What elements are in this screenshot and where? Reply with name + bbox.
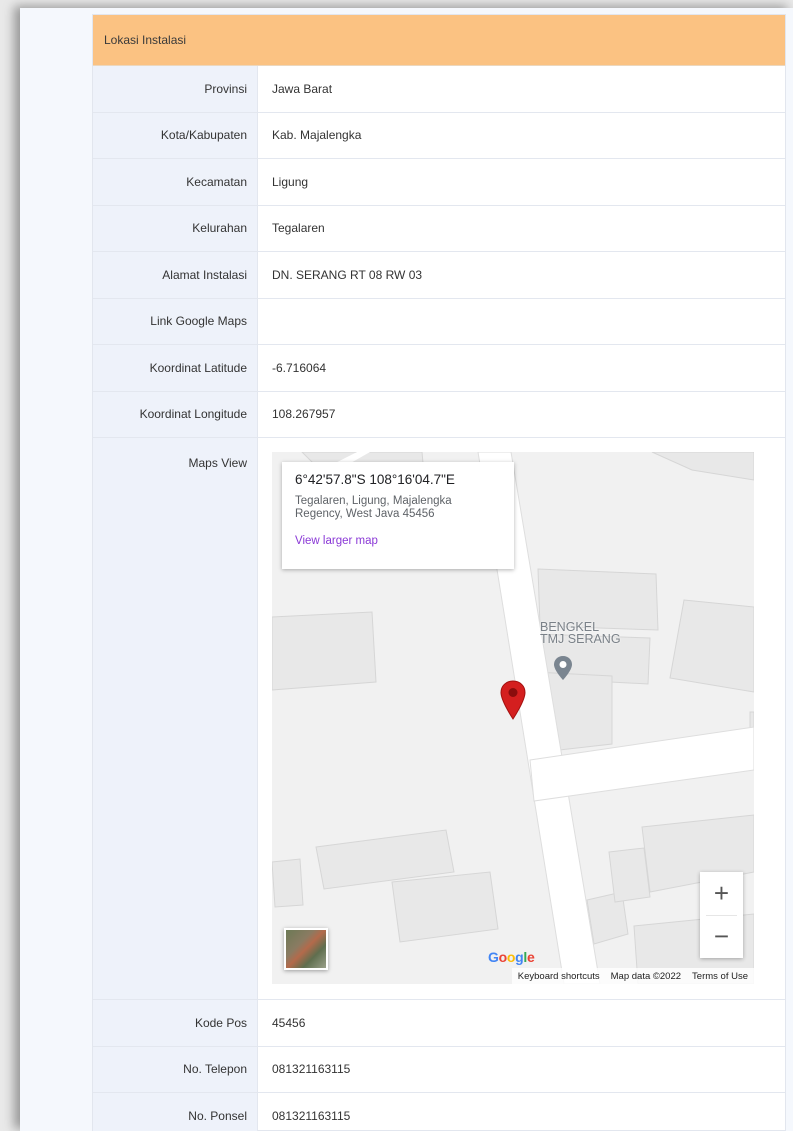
page-area: Lokasi Instalasi Provinsi Jawa Barat Kot… — [20, 8, 793, 1131]
poi-label-line2: TMJ SERANG — [540, 632, 621, 646]
value-ponsel: 081321163115 — [272, 1108, 351, 1123]
row-longitude: Koordinat Longitude 108.267957 — [93, 391, 785, 438]
label-latitude: Koordinat Latitude — [93, 345, 258, 391]
poi-label[interactable]: BENGKEL TMJ SERANG — [540, 621, 621, 646]
row-link-maps: Link Google Maps — [93, 298, 785, 345]
value-kecamatan: Ligung — [272, 174, 309, 189]
row-provinsi: Provinsi Jawa Barat — [93, 66, 785, 113]
value-alamat: DN. SERANG RT 08 RW 03 — [272, 267, 423, 282]
label-alamat: Alamat Instalasi — [93, 252, 258, 298]
label-kode-pos: Kode Pos — [93, 1000, 258, 1046]
map-address: Tegalaren, Ligung, Majalengka Regency, W… — [295, 495, 452, 520]
label-longitude: Koordinat Longitude — [93, 391, 258, 437]
label-ponsel: No. Ponsel — [93, 1093, 258, 1131]
value-link-maps[interactable] — [258, 299, 785, 345]
map-data-text: Map data ©2022 — [610, 970, 682, 982]
poi-marker-icon[interactable] — [553, 655, 573, 681]
value-kode-pos: 45456 — [272, 1015, 306, 1030]
google-logo-letter: e — [526, 949, 535, 965]
google-logo: Google — [488, 949, 535, 965]
view-larger-map-link[interactable]: View larger map — [295, 535, 501, 547]
terms-of-use-link[interactable]: Terms of Use — [692, 971, 748, 982]
google-logo-letter: o — [506, 949, 516, 965]
label-kota: Kota/Kabupaten — [93, 112, 258, 158]
installation-location-card: Lokasi Instalasi Provinsi Jawa Barat Kot… — [92, 14, 786, 1131]
row-kecamatan: Kecamatan Ligung — [93, 159, 785, 206]
value-telepon: 081321163115 — [272, 1062, 351, 1077]
label-link-maps: Link Google Maps — [93, 298, 258, 344]
row-telepon: No. Telepon 081321163115 — [93, 1046, 785, 1093]
row-latitude: Koordinat Latitude -6.716064 — [93, 345, 785, 392]
label-telepon: No. Telepon — [93, 1046, 258, 1092]
label-kelurahan: Kelurahan — [93, 205, 258, 251]
row-ponsel: No. Ponsel 081321163115 — [93, 1093, 785, 1131]
zoom-in-button[interactable]: + — [700, 872, 743, 915]
satellite-view-toggle[interactable] — [284, 928, 328, 970]
google-logo-letter: o — [498, 949, 508, 965]
map-info-window: 6°42'57.8"S 108°16'04.7"E Tegalaren, Lig… — [282, 462, 514, 569]
location-pin-icon[interactable] — [500, 680, 526, 720]
value-latitude: -6.716064 — [272, 360, 327, 375]
section-header: Lokasi Instalasi — [93, 15, 785, 66]
value-kota: Kab. Majalengka — [272, 128, 362, 143]
label-maps-view: Maps View — [93, 438, 258, 999]
keyboard-shortcuts-link[interactable]: Keyboard shortcuts — [518, 971, 600, 982]
map-coordinates-title: 6°42'57.8"S 108°16'04.7"E — [295, 472, 455, 487]
section-title: Lokasi Instalasi — [104, 33, 187, 47]
embedded-map[interactable]: 6°42'57.8"S 108°16'04.7"E Tegalaren, Lig… — [272, 452, 754, 984]
row-kota: Kota/Kabupaten Kab. Majalengka — [93, 112, 785, 159]
value-kelurahan: Tegalaren — [272, 221, 325, 236]
zoom-out-button[interactable]: − — [700, 915, 743, 958]
label-provinsi: Provinsi — [93, 66, 258, 112]
row-kelurahan: Kelurahan Tegalaren — [93, 205, 785, 252]
label-kecamatan: Kecamatan — [93, 159, 258, 205]
row-maps-view: Maps View 6°42'57.8"S 108°16'04.7"E Tega… — [93, 438, 785, 1000]
zoom-divider — [706, 915, 737, 916]
map-zoom-control: + − — [700, 872, 743, 958]
value-provinsi: Jawa Barat — [272, 81, 333, 96]
row-alamat: Alamat Instalasi DN. SERANG RT 08 RW 03 — [93, 252, 785, 299]
value-longitude: 108.267957 — [272, 407, 336, 422]
google-logo-letter: G — [488, 949, 499, 965]
map-attribution-bar: Keyboard shortcuts Map data ©2022 Terms … — [511, 968, 754, 984]
value-maps-view: 6°42'57.8"S 108°16'04.7"E Tegalaren, Lig… — [258, 438, 785, 999]
row-kode-pos: Kode Pos 45456 — [93, 1000, 785, 1047]
